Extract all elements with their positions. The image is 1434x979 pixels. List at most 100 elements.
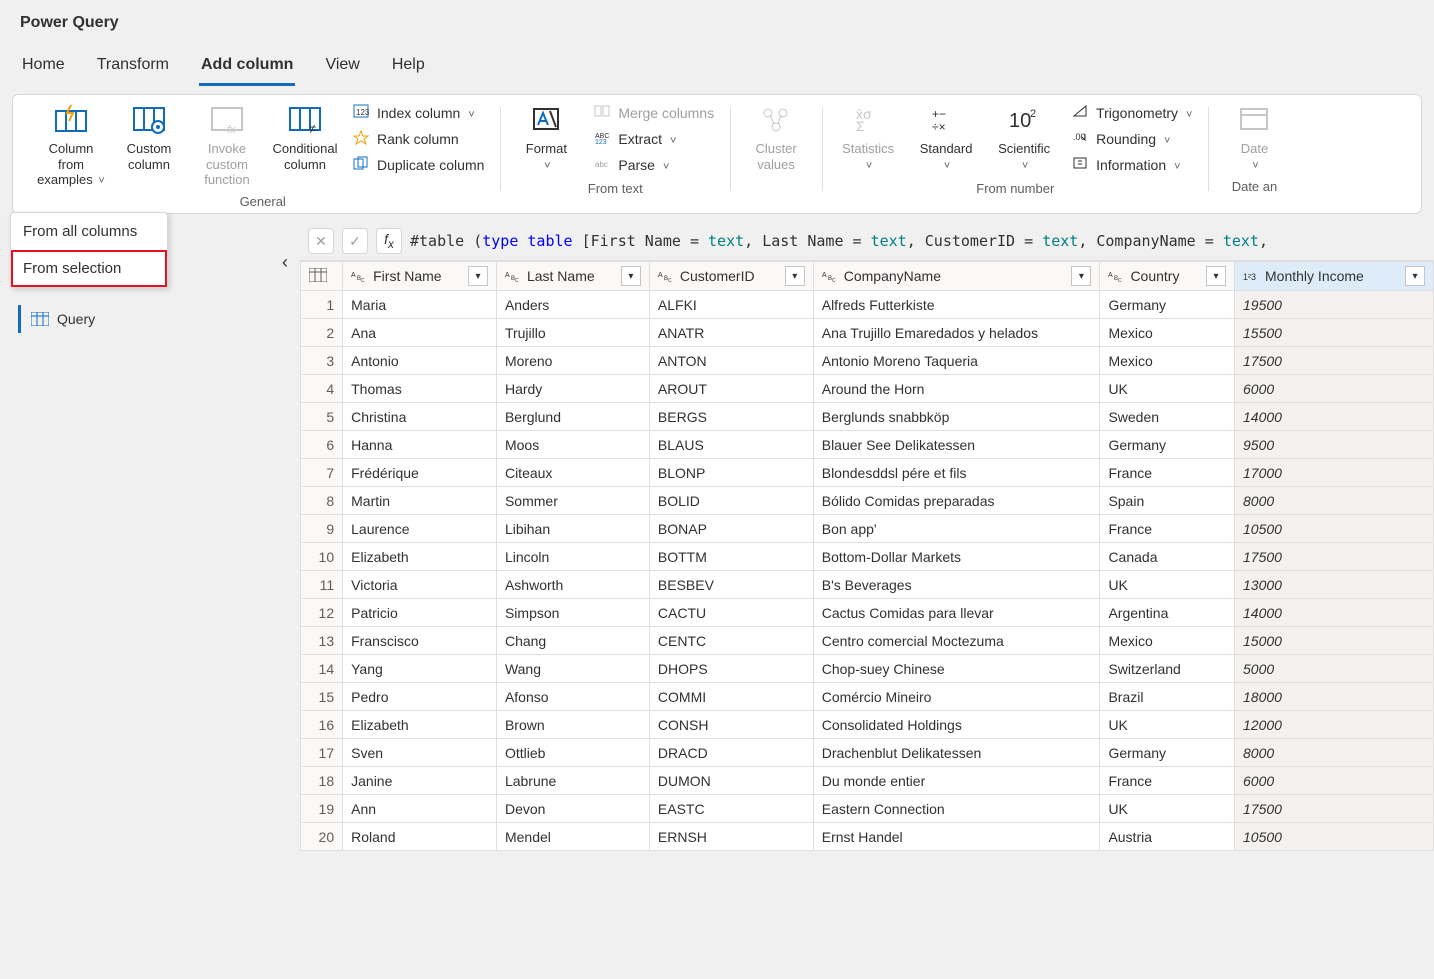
cell[interactable]: Patricio — [343, 599, 497, 627]
cell[interactable]: Brazil — [1100, 683, 1235, 711]
cell[interactable]: France — [1100, 459, 1235, 487]
cell[interactable]: Mendel — [496, 823, 649, 851]
row-number[interactable]: 3 — [301, 347, 343, 375]
cell[interactable]: Wang — [496, 655, 649, 683]
index-column-button[interactable]: 123 Index column — [347, 101, 490, 125]
row-number[interactable]: 17 — [301, 739, 343, 767]
cell[interactable]: 12000 — [1235, 711, 1434, 739]
cell[interactable]: Sweden — [1100, 403, 1235, 431]
cell[interactable]: Elizabeth — [343, 543, 497, 571]
parse-button[interactable]: abc Parse — [588, 153, 720, 177]
row-number[interactable]: 2 — [301, 319, 343, 347]
cell[interactable]: BLAUS — [649, 431, 813, 459]
cell[interactable]: Libihan — [496, 515, 649, 543]
filter-button[interactable]: ▾ — [785, 266, 805, 286]
column-header-customerid[interactable]: ABCCustomerID▾ — [649, 262, 813, 291]
row-number[interactable]: 13 — [301, 627, 343, 655]
cell[interactable]: Pedro — [343, 683, 497, 711]
menubar-item-add-column[interactable]: Add column — [199, 50, 295, 86]
cell[interactable]: CACTU — [649, 599, 813, 627]
table-row[interactable]: 11VictoriaAshworthBESBEVB's BeveragesUK1… — [301, 571, 1434, 599]
cell[interactable]: Antonio Moreno Taqueria — [813, 347, 1100, 375]
from-selection-item[interactable]: From selection — [11, 250, 167, 287]
cell[interactable]: Chop-suey Chinese — [813, 655, 1100, 683]
cell[interactable]: Sommer — [496, 487, 649, 515]
cell[interactable]: Mexico — [1100, 347, 1235, 375]
table-row[interactable]: 4ThomasHardyAROUTAround the HornUK6000 — [301, 375, 1434, 403]
cell[interactable]: EASTC — [649, 795, 813, 823]
cell[interactable]: Trujillo — [496, 319, 649, 347]
row-number[interactable]: 19 — [301, 795, 343, 823]
cell[interactable]: 10500 — [1235, 823, 1434, 851]
cell[interactable]: ANTON — [649, 347, 813, 375]
cell[interactable]: 17500 — [1235, 795, 1434, 823]
cell[interactable]: France — [1100, 767, 1235, 795]
cell[interactable]: Consolidated Holdings — [813, 711, 1100, 739]
information-button[interactable]: Information — [1066, 153, 1198, 177]
menubar-item-view[interactable]: View — [323, 50, 361, 86]
cell[interactable]: Christina — [343, 403, 497, 431]
table-row[interactable]: 20RolandMendelERNSHErnst HandelAustria10… — [301, 823, 1434, 851]
row-number[interactable]: 1 — [301, 291, 343, 319]
cell[interactable]: Canada — [1100, 543, 1235, 571]
column-header-monthly-income[interactable]: 1²3Monthly Income▾ — [1235, 262, 1434, 291]
cell[interactable]: 6000 — [1235, 767, 1434, 795]
cell[interactable]: Brown — [496, 711, 649, 739]
cell[interactable]: Roland — [343, 823, 497, 851]
table-row[interactable]: 7FrédériqueCiteauxBLONPBlondesddsl pére … — [301, 459, 1434, 487]
cell[interactable]: Mexico — [1100, 319, 1235, 347]
cell[interactable]: 17500 — [1235, 543, 1434, 571]
cell[interactable]: 14000 — [1235, 403, 1434, 431]
commit-formula-button[interactable]: ✓ — [342, 228, 368, 254]
menubar-item-transform[interactable]: Transform — [95, 50, 171, 86]
cell[interactable]: Thomas — [343, 375, 497, 403]
row-number[interactable]: 5 — [301, 403, 343, 431]
cell[interactable]: Martin — [343, 487, 497, 515]
formula-text[interactable]: #table (type table [First Name = text, L… — [410, 232, 1426, 250]
cell[interactable]: AROUT — [649, 375, 813, 403]
column-header-country[interactable]: ABCCountry▾ — [1100, 262, 1235, 291]
cell[interactable]: BLONP — [649, 459, 813, 487]
filter-button[interactable]: ▾ — [621, 266, 641, 286]
cell[interactable]: Blondesddsl pére et fils — [813, 459, 1100, 487]
menubar-item-home[interactable]: Home — [20, 50, 67, 86]
row-number[interactable]: 10 — [301, 543, 343, 571]
cell[interactable]: DUMON — [649, 767, 813, 795]
cell[interactable]: 6000 — [1235, 375, 1434, 403]
cell[interactable]: Moos — [496, 431, 649, 459]
table-row[interactable]: 9LaurenceLibihanBONAPBon app'France10500 — [301, 515, 1434, 543]
cell[interactable]: France — [1100, 515, 1235, 543]
cell[interactable]: Bon app' — [813, 515, 1100, 543]
rounding-button[interactable]: .00 Rounding — [1066, 127, 1198, 151]
cell[interactable]: Ann — [343, 795, 497, 823]
cell[interactable]: B's Beverages — [813, 571, 1100, 599]
table-row[interactable]: 12PatricioSimpsonCACTUCactus Comidas par… — [301, 599, 1434, 627]
cell[interactable]: Alfreds Futterkiste — [813, 291, 1100, 319]
row-number[interactable]: 7 — [301, 459, 343, 487]
cell[interactable]: ALFKI — [649, 291, 813, 319]
conditional-column-button[interactable]: ≠ Conditional column — [269, 101, 341, 174]
select-all-corner[interactable] — [301, 262, 343, 291]
filter-button[interactable]: ▾ — [1405, 266, 1425, 286]
column-header-last-name[interactable]: ABCLast Name▾ — [496, 262, 649, 291]
cell[interactable]: Laurence — [343, 515, 497, 543]
cell[interactable]: Simpson — [496, 599, 649, 627]
row-number[interactable]: 20 — [301, 823, 343, 851]
row-number[interactable]: 12 — [301, 599, 343, 627]
cell[interactable]: Germany — [1100, 291, 1235, 319]
table-row[interactable]: 18JanineLabruneDUMONDu monde entierFranc… — [301, 767, 1434, 795]
cell[interactable]: 15500 — [1235, 319, 1434, 347]
table-row[interactable]: 8MartinSommerBOLIDBólido Comidas prepara… — [301, 487, 1434, 515]
cell[interactable]: ERNSH — [649, 823, 813, 851]
cell[interactable]: BERGS — [649, 403, 813, 431]
cell[interactable]: Germany — [1100, 739, 1235, 767]
data-grid[interactable]: ABCFirst Name▾ABCLast Name▾ABCCustomerID… — [300, 261, 1434, 851]
row-number[interactable]: 15 — [301, 683, 343, 711]
row-number[interactable]: 6 — [301, 431, 343, 459]
column-header-companyname[interactable]: ABCCompanyName▾ — [813, 262, 1100, 291]
cell[interactable]: Frédérique — [343, 459, 497, 487]
cell[interactable]: Devon — [496, 795, 649, 823]
cell[interactable]: DRACD — [649, 739, 813, 767]
cell[interactable]: Austria — [1100, 823, 1235, 851]
standard-button[interactable]: +−÷× Standard — [910, 101, 982, 175]
